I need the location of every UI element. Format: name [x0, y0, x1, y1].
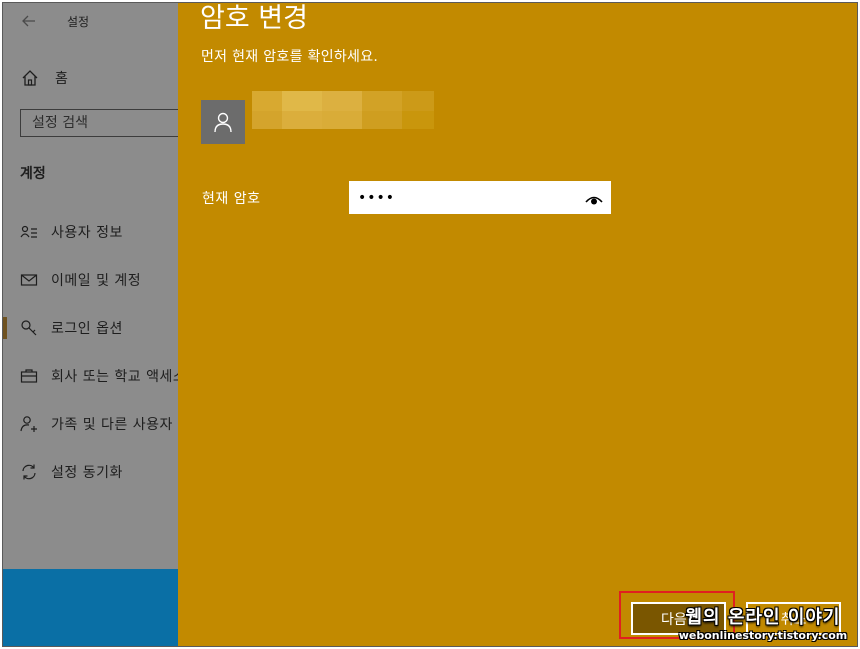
- sidebar-item-label: 설정 동기화: [51, 465, 123, 481]
- sync-icon: [22, 464, 36, 480]
- avatar: [201, 100, 245, 144]
- key-icon: [21, 320, 37, 336]
- reveal-password-button[interactable]: [585, 191, 603, 205]
- active-indicator: [3, 317, 7, 339]
- next-button[interactable]: 다음: [631, 602, 726, 635]
- back-button[interactable]: [19, 11, 39, 31]
- change-password-dialog: 암호 변경 먼저 현재 암호를 확인하세요. 현재 암호 •••• 다음 취소 …: [178, 3, 857, 646]
- app-title: 설정: [67, 15, 90, 29]
- briefcase-icon: [20, 369, 38, 383]
- sidebar-item-label: 홈: [55, 71, 68, 87]
- person-icon: [214, 112, 232, 133]
- dialog-title: 암호 변경: [200, 3, 308, 34]
- add-person-icon: [20, 416, 37, 432]
- settings-sidebar: 설정 홈 계정 사용자 정보 이메일 및 계정: [3, 3, 190, 646]
- sidebar-item-label: 가족 및 다른 사용자: [51, 417, 173, 433]
- sidebar-item-home[interactable]: 홈: [21, 67, 68, 89]
- app-window: 설정 홈 계정 사용자 정보 이메일 및 계정: [2, 2, 858, 647]
- sidebar-item-label: 로그인 옵션: [51, 321, 123, 337]
- redacted-username: [252, 91, 434, 129]
- eye-icon: [585, 196, 603, 205]
- sidebar-item-work-school[interactable]: 회사 또는 학교 액세스: [3, 362, 178, 390]
- sidebar-item-email[interactable]: 이메일 및 계정: [3, 266, 178, 294]
- sidebar-item-user-info[interactable]: 사용자 정보: [3, 218, 178, 246]
- sidebar-item-sync[interactable]: 설정 동기화: [3, 458, 178, 486]
- sidebar-item-label: 이메일 및 계정: [51, 273, 142, 289]
- sidebar-item-sign-in-options[interactable]: 로그인 옵션: [3, 314, 178, 342]
- settings-search-input[interactable]: [20, 109, 190, 137]
- mail-icon: [20, 274, 38, 286]
- sidebar-item-label: 사용자 정보: [51, 225, 123, 241]
- user-card-icon: [20, 225, 37, 238]
- password-label: 현재 암호: [202, 191, 261, 207]
- sidebar-item-label: 회사 또는 학교 액세스: [51, 369, 178, 385]
- cancel-button[interactable]: 취소: [746, 602, 841, 635]
- section-title: 계정: [20, 166, 46, 182]
- password-field-container: [349, 181, 611, 214]
- current-password-input[interactable]: [349, 181, 579, 214]
- home-icon: [22, 70, 38, 86]
- sidebar-item-family[interactable]: 가족 및 다른 사용자: [3, 410, 178, 438]
- dialog-subtitle: 먼저 현재 암호를 확인하세요.: [201, 49, 379, 65]
- background-strip: [3, 569, 178, 646]
- arrow-left-icon: [22, 15, 35, 27]
